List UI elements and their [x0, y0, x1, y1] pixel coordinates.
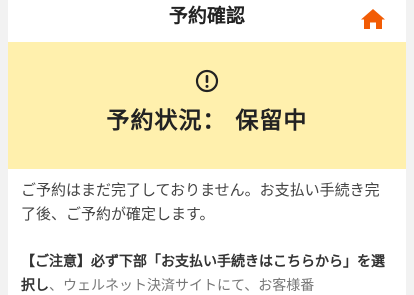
- home-icon: [361, 9, 385, 29]
- pending-message: ご予約はまだ完了しておりません。お支払い手続き完了後、ご予約が確定します。: [21, 181, 380, 223]
- header-bar: 予約確認: [8, 0, 406, 36]
- notice-rest-text: 、ウェルネット決済サイトにて、お客様番: [49, 278, 315, 294]
- page-title: 予約確認: [168, 5, 245, 27]
- reservation-status-panel: 予約状況： 保留中: [8, 42, 406, 169]
- payment-notice: 【ご注意】必ず下部「お支払い手続きはこちらから」を選択し、ウェルネット決済サイト…: [21, 250, 393, 295]
- reservation-status-text: 予約状況： 保留中: [106, 108, 308, 134]
- home-button[interactable]: [360, 7, 386, 31]
- page-frame: 予約確認 予約状況： 保留中 ご予約はまだ完了しておりません。お支払い手続き完了…: [8, 0, 406, 295]
- exclamation-circle-icon: [195, 69, 219, 93]
